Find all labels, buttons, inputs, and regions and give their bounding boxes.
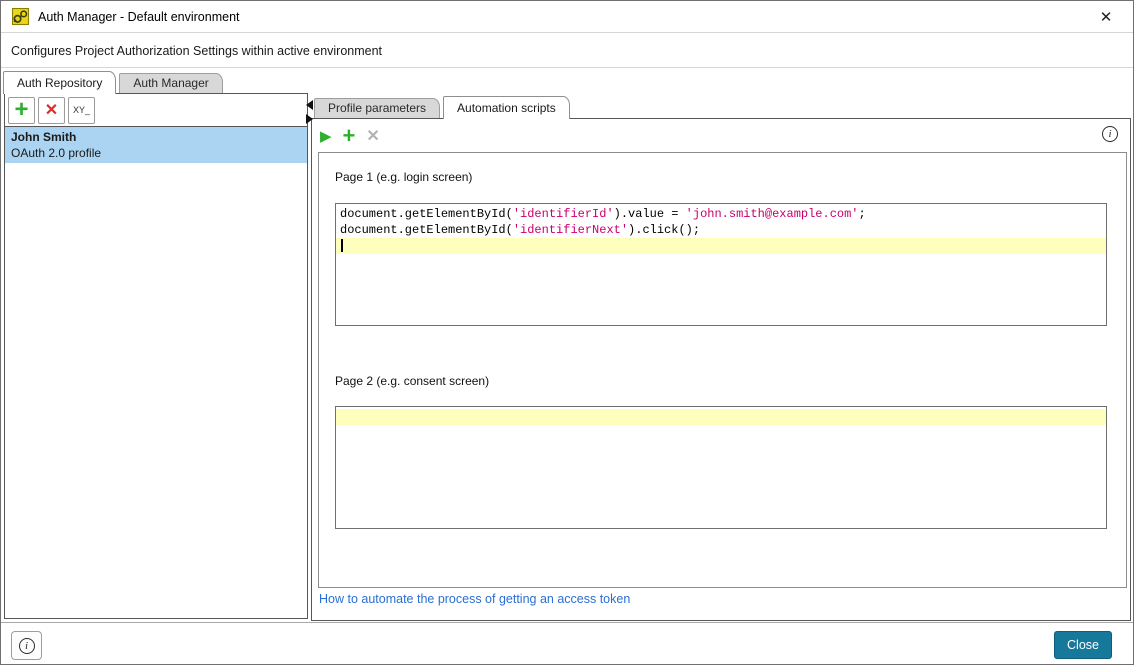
splitter-collapse-left-icon[interactable] xyxy=(306,100,313,110)
code-line xyxy=(336,238,1106,254)
repository-toolbar: + ✕ XY_ xyxy=(5,94,307,127)
main-tab-bar: Auth Repository Auth Manager xyxy=(3,71,223,94)
code-line: document.getElementById('identifierNext'… xyxy=(336,222,1106,238)
page1-label: Page 1 (e.g. login screen) xyxy=(335,170,472,184)
auth-manager-dialog: Auth Manager - Default environment ✕ Con… xyxy=(0,0,1134,665)
code-line: document.getElementById('identifierId').… xyxy=(336,206,1106,222)
tab-auth-manager[interactable]: Auth Manager xyxy=(119,73,222,93)
page2-label: Page 2 (e.g. consent screen) xyxy=(335,374,489,388)
profile-list-item[interactable]: John Smith OAuth 2.0 profile xyxy=(5,127,307,163)
tab-profile-parameters[interactable]: Profile parameters xyxy=(314,98,440,118)
profile-list: John Smith OAuth 2.0 profile xyxy=(5,127,307,163)
help-link[interactable]: How to automate the process of getting a… xyxy=(319,592,630,606)
scripts-toolbar: ▶ + ✕ xyxy=(318,123,380,149)
code-line xyxy=(336,409,1106,425)
automation-scripts-panel: ▶ + ✕ i Page 1 (e.g. login screen) docum… xyxy=(311,118,1131,621)
tab-auth-repository[interactable]: Auth Repository xyxy=(3,71,116,94)
profile-tab-bar: Profile parameters Automation scripts xyxy=(314,96,570,119)
text-caret xyxy=(341,239,343,252)
tab-automation-scripts[interactable]: Automation scripts xyxy=(443,96,570,119)
info-icon: i xyxy=(19,638,35,654)
panel-splitter[interactable] xyxy=(306,100,315,124)
rename-profile-button[interactable]: XY_ xyxy=(68,97,95,124)
profile-name: John Smith xyxy=(11,129,301,145)
close-button[interactable]: Close xyxy=(1054,631,1112,659)
title-bar: Auth Manager - Default environment ✕ xyxy=(1,1,1133,33)
profile-type: OAuth 2.0 profile xyxy=(11,145,301,161)
window-close-icon[interactable]: ✕ xyxy=(1093,5,1119,29)
run-script-icon[interactable]: ▶ xyxy=(320,127,332,145)
footer-info-button[interactable]: i xyxy=(11,631,42,660)
window-title: Auth Manager - Default environment xyxy=(38,10,240,24)
splitter-expand-right-icon[interactable] xyxy=(306,114,313,124)
footer-bar: i Close xyxy=(1,622,1133,665)
script-pages-group: Page 1 (e.g. login screen) document.getE… xyxy=(318,152,1127,588)
delete-icon: ✕ xyxy=(45,100,58,120)
auth-repository-panel: + ✕ XY_ John Smith OAuth 2.0 profile xyxy=(4,93,308,619)
delete-profile-button[interactable]: ✕ xyxy=(38,97,65,124)
add-profile-button[interactable]: + xyxy=(8,97,35,124)
app-logo-icon xyxy=(12,8,29,25)
info-icon[interactable]: i xyxy=(1102,126,1118,142)
add-script-icon[interactable]: + xyxy=(343,127,356,145)
page1-editor[interactable]: document.getElementById('identifierId').… xyxy=(335,203,1107,326)
rename-icon: XY_ xyxy=(73,105,90,115)
plus-icon: + xyxy=(14,100,28,120)
dialog-description: Configures Project Authorization Setting… xyxy=(1,34,1133,68)
remove-script-icon[interactable]: ✕ xyxy=(366,126,379,146)
page2-editor[interactable] xyxy=(335,406,1107,529)
